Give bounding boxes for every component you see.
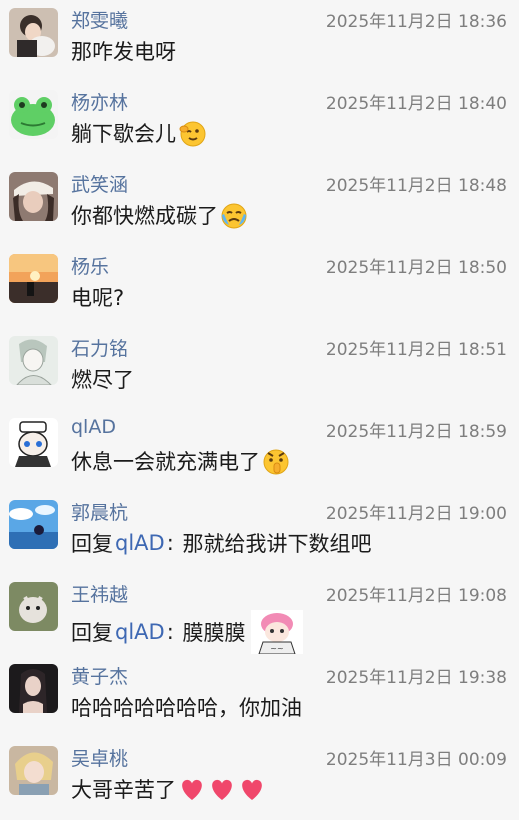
message-text: 回复 qlAD : 那就给我讲下数组吧 <box>71 528 371 558</box>
avatar[interactable] <box>9 8 58 57</box>
message-text: 那咋发电呀 <box>71 36 176 66</box>
timestamp: 2025年11月3日 00:09 <box>325 750 507 770</box>
timestamp: 2025年11月2日 18:36 <box>325 12 507 32</box>
chat-message: 郭晨杭 2025年11月2日 19:00 回复 qlAD : 那就给我讲下数组吧 <box>0 492 519 574</box>
sender-name[interactable]: 王祎越 <box>71 580 128 607</box>
timestamp: 2025年11月2日 19:38 <box>325 668 507 688</box>
avatar[interactable] <box>9 746 58 795</box>
chat-message: 杨乐 2025年11月2日 18:50 电呢? <box>0 246 519 328</box>
avatar[interactable] <box>9 664 58 713</box>
avatar-image <box>9 90 58 139</box>
salute-wink-emoji <box>179 121 206 147</box>
message-body: 电呢? <box>71 286 125 310</box>
avatar-image <box>9 746 58 795</box>
chat-message: 杨亦林 2025年11月2日 18:40 躺下歇会儿 <box>0 82 519 164</box>
timestamp: 2025年11月2日 19:08 <box>325 586 507 606</box>
avatar-image <box>9 8 58 57</box>
heart-emoji <box>242 779 262 800</box>
message-text: 哈哈哈哈哈哈哈，你加油 <box>71 692 302 722</box>
message-text: 躺下歇会儿 <box>71 118 206 148</box>
message-body: 躺下歇会儿 <box>71 122 176 146</box>
message-body: 哈哈哈哈哈哈哈，你加油 <box>71 696 302 720</box>
avatar-image <box>9 418 58 467</box>
avatar[interactable] <box>9 418 58 467</box>
heart-emoji <box>182 779 202 800</box>
avatar[interactable] <box>9 582 58 631</box>
message-body: 那就给我讲下数组吧 <box>175 532 372 556</box>
anime-girl-sticker[interactable]: ~~ <box>251 610 304 654</box>
reply-mention-link[interactable]: qlAD <box>115 620 165 644</box>
reply-separator: : <box>166 620 174 644</box>
sender-name[interactable]: 郭晨杭 <box>71 498 128 525</box>
chat-feed: 郑雯曦 2025年11月2日 18:36 那咋发电呀 杨亦林 2025年11月2… <box>0 0 519 819</box>
avatar-image <box>9 336 58 385</box>
message-body: 膜膜膜 <box>175 621 246 645</box>
reply-prefix: 回复 <box>71 621 113 645</box>
message-body: 大哥辛苦了 <box>71 778 176 802</box>
message-text: 大哥辛苦了 <box>71 774 266 804</box>
message-text: 回复 qlAD : 膜膜膜 ~~ <box>71 610 304 654</box>
heart-emoji <box>212 779 232 800</box>
message-text: 你都快燃成碳了 <box>71 200 248 230</box>
sender-name[interactable]: 石力铭 <box>71 334 128 361</box>
chat-message: 吴卓桃 2025年11月3日 00:09 大哥辛苦了 <box>0 738 519 820</box>
chat-message: 郑雯曦 2025年11月2日 18:36 那咋发电呀 <box>0 0 519 82</box>
avatar[interactable] <box>9 172 58 221</box>
chat-message: 武笑涵 2025年11月2日 18:48 你都快燃成碳了 <box>0 164 519 246</box>
avatar[interactable] <box>9 254 58 303</box>
timestamp: 2025年11月2日 18:40 <box>325 94 507 114</box>
timestamp: 2025年11月2日 18:51 <box>325 340 507 360</box>
chat-message: 黄子杰 2025年11月2日 19:38 哈哈哈哈哈哈哈，你加油 <box>0 656 519 738</box>
sender-name[interactable]: 吴卓桃 <box>71 744 128 771</box>
avatar[interactable] <box>9 500 58 549</box>
avatar-image <box>9 582 58 631</box>
timestamp: 2025年11月2日 18:50 <box>325 258 507 278</box>
message-body: 燃尽了 <box>71 368 134 392</box>
avatar-image <box>9 500 58 549</box>
svg-text:~~: ~~ <box>271 644 284 653</box>
avatar-image <box>9 664 58 713</box>
timestamp: 2025年11月2日 18:59 <box>325 422 507 442</box>
reply-separator: : <box>166 531 174 555</box>
chat-message: qlAD 2025年11月2日 18:59 休息一会就充满电了 <box>0 410 519 492</box>
sender-name[interactable]: 郑雯曦 <box>71 6 128 33</box>
message-text: 休息一会就充满电了 <box>71 446 290 476</box>
sender-name[interactable]: 杨亦林 <box>71 88 128 115</box>
shushing-emoji <box>263 449 289 475</box>
sender-name[interactable]: 黄子杰 <box>71 662 128 689</box>
message-text: 电呢? <box>71 282 124 312</box>
message-body: 那咋发电呀 <box>71 40 176 64</box>
message-text: 燃尽了 <box>71 364 134 394</box>
sender-name[interactable]: 武笑涵 <box>71 170 128 197</box>
avatar[interactable] <box>9 90 58 139</box>
message-body: 休息一会就充满电了 <box>71 450 260 474</box>
chat-message: 石力铭 2025年11月2日 18:51 燃尽了 <box>0 328 519 410</box>
message-body: 你都快燃成碳了 <box>71 204 218 228</box>
crying-emoji <box>221 203 247 229</box>
avatar-image <box>9 172 58 221</box>
sender-name[interactable]: qlAD <box>71 416 116 438</box>
reply-prefix: 回复 <box>71 532 113 556</box>
reply-mention-link[interactable]: qlAD <box>115 531 165 555</box>
avatar-image <box>9 254 58 303</box>
chat-message: 王祎越 2025年11月2日 19:08 回复 qlAD : 膜膜膜 ~~ <box>0 574 519 656</box>
timestamp: 2025年11月2日 18:48 <box>325 176 507 196</box>
timestamp: 2025年11月2日 19:00 <box>325 504 507 524</box>
avatar[interactable] <box>9 336 58 385</box>
sender-name[interactable]: 杨乐 <box>71 252 109 279</box>
